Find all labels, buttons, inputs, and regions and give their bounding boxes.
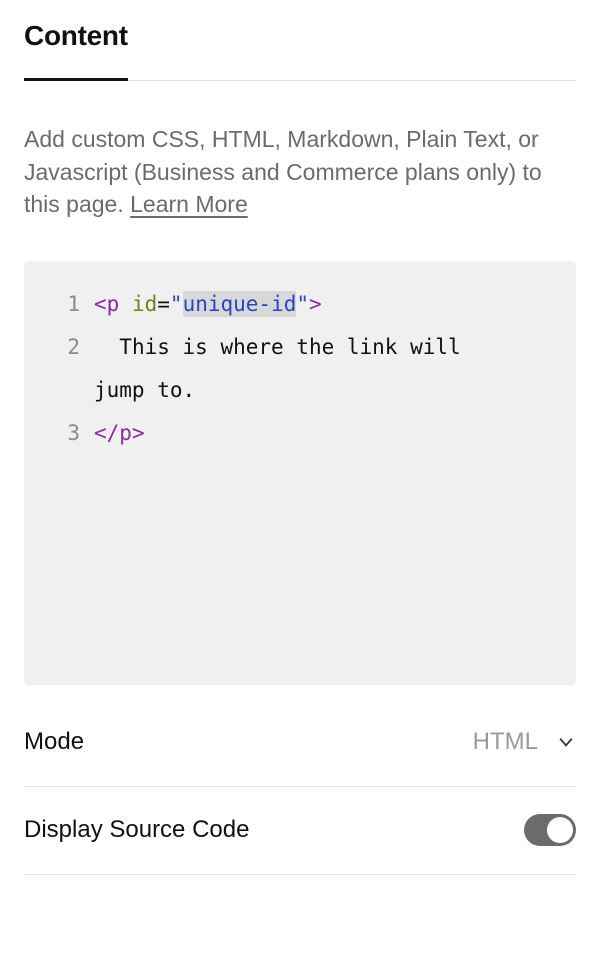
code-content: jump to. [94, 369, 195, 412]
learn-more-link[interactable]: Learn More [130, 191, 248, 217]
code-content: This is where the link will [94, 326, 473, 369]
chevron-down-icon [556, 732, 576, 752]
tab-content[interactable]: Content [24, 20, 128, 81]
tabs-bar: Content [24, 20, 576, 81]
code-line: 2 This is where the link will [50, 326, 550, 369]
line-number: 2 [50, 326, 80, 369]
mode-row[interactable]: Mode HTML [24, 699, 576, 787]
line-number: 1 [50, 283, 80, 326]
mode-value: HTML [473, 728, 538, 756]
description-prefix: Add custom CSS, HTML, Markdown, Plain Te… [24, 126, 542, 217]
code-content: </p> [94, 412, 145, 455]
display-source-toggle[interactable] [524, 814, 576, 846]
mode-label: Mode [24, 728, 84, 756]
code-line: 3 </p> [50, 412, 550, 455]
toggle-knob [547, 817, 573, 843]
code-editor[interactable]: 1<p id="unique-id">2 This is where the l… [24, 261, 576, 685]
description-text: Add custom CSS, HTML, Markdown, Plain Te… [24, 123, 576, 221]
code-content: <p id="unique-id"> [94, 283, 322, 326]
display-source-row: Display Source Code [24, 787, 576, 875]
code-line: jump to. [50, 369, 550, 412]
code-line: 1 <p id="unique-id"> [50, 283, 550, 326]
line-number: 3 [50, 412, 80, 455]
display-source-label: Display Source Code [24, 816, 249, 844]
